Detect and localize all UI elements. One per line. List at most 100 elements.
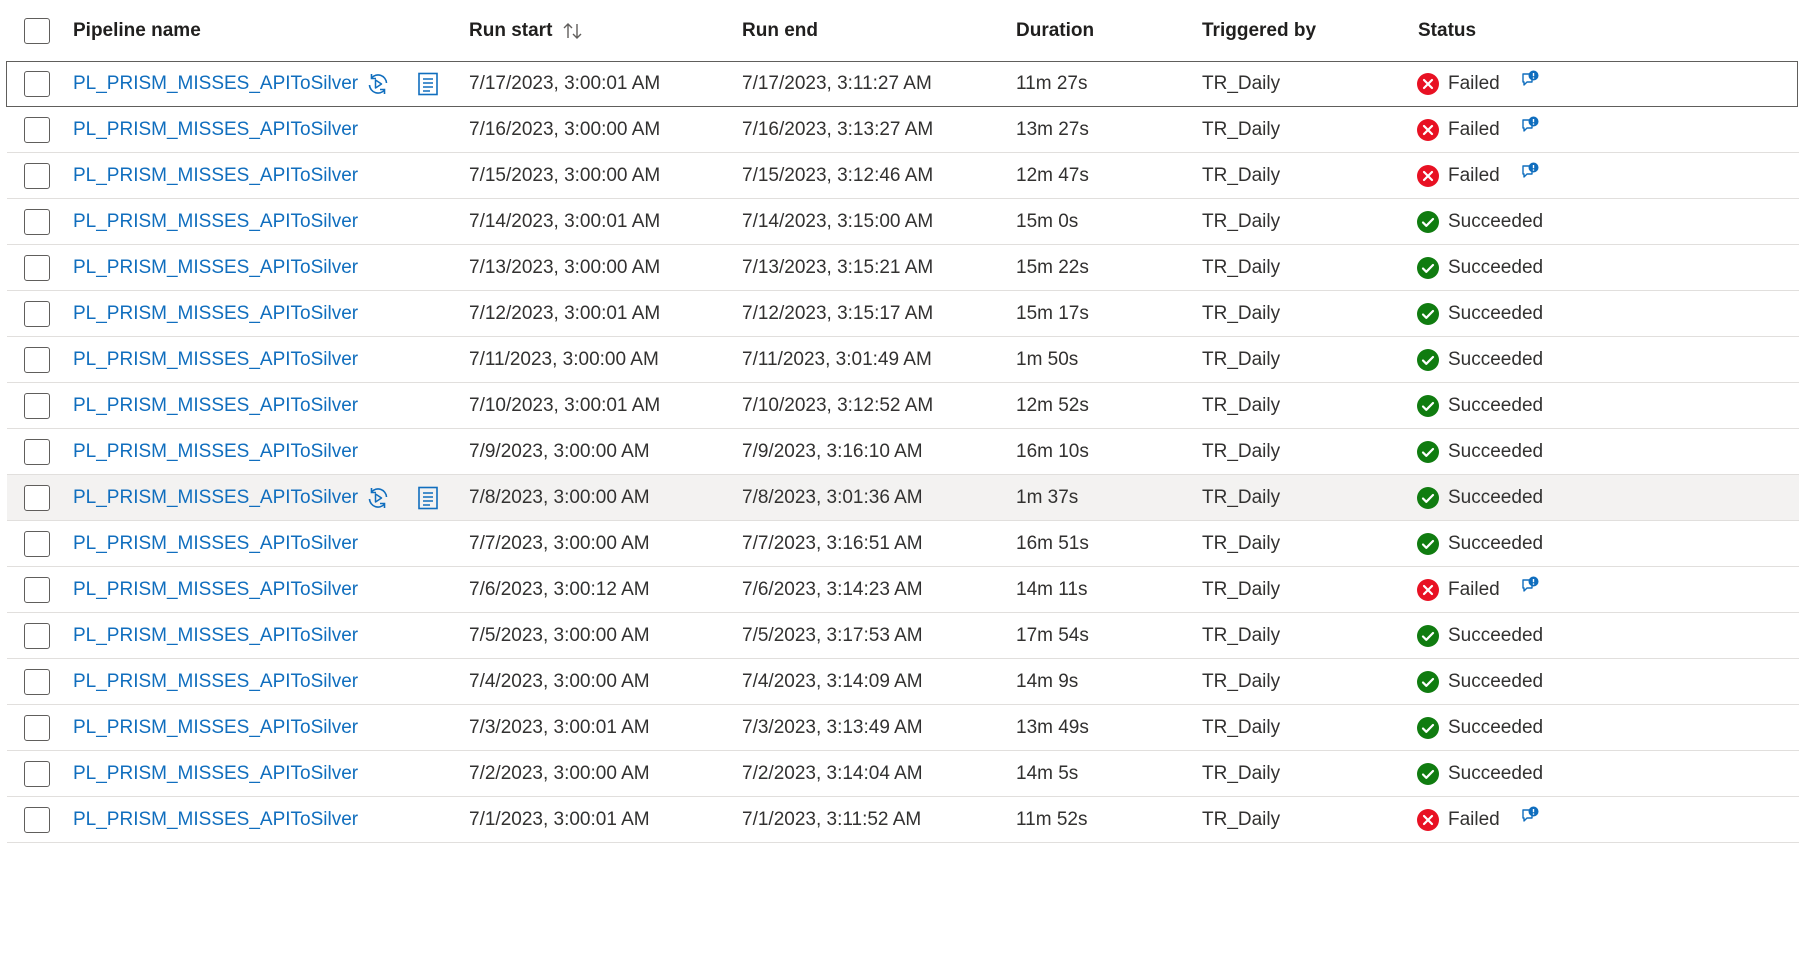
row-select-checkbox[interactable] <box>24 208 50 235</box>
status-cell: Failed <box>1417 107 1540 152</box>
column-header-run-end[interactable]: Run end <box>742 0 818 62</box>
error-details-icon[interactable] <box>1520 806 1540 826</box>
row-select-checkbox[interactable] <box>24 162 50 189</box>
pipeline-name-link[interactable]: PL_PRISM_MISSES_APIToSilver <box>73 395 358 417</box>
pipeline-name-link[interactable]: PL_PRISM_MISSES_APIToSilver <box>73 73 358 95</box>
duration-cell: 11m 27s <box>1016 73 1088 94</box>
run-end-cell: 7/12/2023, 3:15:17 AM <box>742 302 934 324</box>
status-label: Succeeded <box>1448 716 1544 738</box>
succeeded-status-icon <box>1417 394 1439 417</box>
pipeline-name-link[interactable]: PL_PRISM_MISSES_APIToSilver <box>73 625 358 647</box>
table-row[interactable]: PL_PRISM_MISSES_APIToSilver 7/1/2023, 3: <box>7 797 1799 843</box>
status-cell: Succeeded <box>1417 613 1543 658</box>
table-row[interactable]: PL_PRISM_MISSES_APIToSilver 7/16/2023, 3 <box>7 107 1799 153</box>
table-row[interactable]: PL_PRISM_MISSES_APIToSilver 7/3/2023, 3: <box>7 705 1799 751</box>
row-select-checkbox[interactable] <box>24 576 50 603</box>
row-select-checkbox[interactable] <box>24 530 50 557</box>
consumption-report-icon[interactable] <box>415 71 441 97</box>
pipeline-name-link[interactable]: PL_PRISM_MISSES_APIToSilver <box>73 487 358 509</box>
column-header-triggered-by[interactable]: Triggered by <box>1202 0 1316 62</box>
row-select-checkbox[interactable] <box>24 392 50 419</box>
row-select-checkbox[interactable] <box>24 760 50 787</box>
table-row[interactable]: PL_PRISM_MISSES_APIToSilver 7/12/2023, 3 <box>7 291 1799 337</box>
error-details-icon[interactable] <box>1520 576 1540 596</box>
pipeline-name-link[interactable]: PL_PRISM_MISSES_APIToSilver <box>73 349 358 371</box>
column-header-status[interactable]: Status <box>1418 0 1476 62</box>
run-start-cell: 7/5/2023, 3:00:00 AM <box>469 624 650 646</box>
sort-up-down-icon[interactable] <box>562 21 584 41</box>
run-end-cell: 7/1/2023, 3:11:52 AM <box>742 808 922 830</box>
pipeline-name-link[interactable]: PL_PRISM_MISSES_APIToSilver <box>73 579 358 601</box>
table-row[interactable]: PL_PRISM_MISSES_APIToSilver 7/7/2023, 3: <box>7 521 1799 567</box>
row-select-checkbox[interactable] <box>24 438 50 465</box>
run-start-cell: 7/9/2023, 3:00:00 AM <box>469 440 650 462</box>
run-start-cell: 7/12/2023, 3:00:01 AM <box>469 302 661 324</box>
pipeline-name-link[interactable]: PL_PRISM_MISSES_APIToSilver <box>73 717 358 739</box>
succeeded-status-icon <box>1417 440 1439 463</box>
table-row[interactable]: PL_PRISM_MISSES_APIToSilver 7/15/2023, 3 <box>7 153 1799 199</box>
table-row[interactable]: PL_PRISM_MISSES_APIToSilver 7/8/2023, 3: <box>7 475 1799 521</box>
triggered-by-cell: TR_Daily <box>1202 716 1281 738</box>
table-row[interactable]: PL_PRISM_MISSES_APIToSilver 7/5/2023, 3: <box>7 613 1799 659</box>
status-cell: Succeeded <box>1417 245 1543 290</box>
row-select-checkbox[interactable] <box>24 714 50 741</box>
table-row[interactable]: PL_PRISM_MISSES_APIToSilver 7/14/2023, 3 <box>7 199 1799 245</box>
pipeline-name-link[interactable]: PL_PRISM_MISSES_APIToSilver <box>73 165 358 187</box>
status-label: Succeeded <box>1448 670 1544 692</box>
column-header-pipeline-name[interactable]: Pipeline name <box>73 0 201 62</box>
triggered-by-cell: TR_Daily <box>1202 670 1281 692</box>
error-details-icon[interactable] <box>1520 116 1540 136</box>
run-start-cell: 7/11/2023, 3:00:00 AM <box>469 348 659 370</box>
row-select-checkbox[interactable] <box>24 254 50 281</box>
status-label: Succeeded <box>1448 532 1544 554</box>
triggered-by-cell: TR_Daily <box>1202 118 1281 140</box>
run-start-cell: 7/2/2023, 3:00:00 AM <box>469 762 650 784</box>
pipeline-name-link[interactable]: PL_PRISM_MISSES_APIToSilver <box>73 211 358 233</box>
select-all-checkbox[interactable] <box>24 18 50 44</box>
run-start-cell: 7/16/2023, 3:00:00 AM <box>469 118 661 140</box>
table-row[interactable]: PL_PRISM_MISSES_APIToSilver 7/13/2023, 3 <box>7 245 1799 291</box>
pipeline-name-link[interactable]: PL_PRISM_MISSES_APIToSilver <box>73 441 358 463</box>
error-details-icon[interactable] <box>1520 70 1540 90</box>
consumption-report-icon[interactable] <box>415 485 441 511</box>
table-row[interactable]: PL_PRISM_MISSES_APIToSilver 7/10/2023, 3 <box>7 383 1799 429</box>
column-header-run-start[interactable]: Run start <box>469 0 584 62</box>
row-select-checkbox[interactable] <box>24 484 50 511</box>
triggered-by-cell: TR_Daily <box>1202 210 1281 232</box>
status-label: Succeeded <box>1448 394 1544 416</box>
row-select-checkbox[interactable] <box>24 806 50 833</box>
row-actions <box>365 62 441 106</box>
error-details-icon[interactable] <box>1520 162 1540 182</box>
row-select-checkbox[interactable] <box>24 622 50 649</box>
pipeline-name-link[interactable]: PL_PRISM_MISSES_APIToSilver <box>73 671 358 693</box>
row-select-checkbox[interactable] <box>24 116 50 143</box>
table-row[interactable]: PL_PRISM_MISSES_APIToSilver 7/2/2023, 3: <box>7 751 1799 797</box>
pipeline-name-link[interactable]: PL_PRISM_MISSES_APIToSilver <box>73 303 358 325</box>
table-row[interactable]: PL_PRISM_MISSES_APIToSilver 7/4/2023, 3: <box>7 659 1799 705</box>
table-row[interactable]: PL_PRISM_MISSES_APIToSilver 7/6/2023, 3: <box>7 567 1799 613</box>
rerun-icon[interactable] <box>365 485 391 511</box>
row-select-checkbox[interactable] <box>24 346 50 373</box>
run-end-cell: 7/5/2023, 3:17:53 AM <box>742 624 923 646</box>
row-select-checkbox[interactable] <box>24 300 50 327</box>
pipeline-name-link[interactable]: PL_PRISM_MISSES_APIToSilver <box>73 763 358 785</box>
pipeline-name-link[interactable]: PL_PRISM_MISSES_APIToSilver <box>73 533 358 555</box>
pipeline-name-link[interactable]: PL_PRISM_MISSES_APIToSilver <box>73 257 358 279</box>
table-row[interactable]: PL_PRISM_MISSES_APIToSilver 7/9/2023, 3: <box>7 429 1799 475</box>
pipeline-name-link[interactable]: PL_PRISM_MISSES_APIToSilver <box>73 119 358 141</box>
run-start-cell: 7/10/2023, 3:00:01 AM <box>469 394 661 416</box>
table-row[interactable]: PL_PRISM_MISSES_APIToSilver 7/17/2023, 3 <box>6 61 1798 107</box>
duration-cell: 12m 52s <box>1016 394 1089 416</box>
grid-body: PL_PRISM_MISSES_APIToSilver 7/17/2023, 3 <box>0 61 1799 843</box>
rerun-icon[interactable] <box>365 71 391 97</box>
status-label: Succeeded <box>1448 302 1544 324</box>
column-header-duration[interactable]: Duration <box>1016 0 1094 62</box>
run-start-cell: 7/14/2023, 3:00:01 AM <box>469 210 661 232</box>
row-select-checkbox[interactable] <box>24 71 50 97</box>
status-label: Succeeded <box>1448 762 1544 784</box>
failed-status-icon <box>1417 578 1439 601</box>
table-row[interactable]: PL_PRISM_MISSES_APIToSilver 7/11/2023, 3 <box>7 337 1799 383</box>
row-select-checkbox[interactable] <box>24 668 50 695</box>
failed-status-icon <box>1417 164 1439 187</box>
pipeline-name-link[interactable]: PL_PRISM_MISSES_APIToSilver <box>73 809 358 831</box>
